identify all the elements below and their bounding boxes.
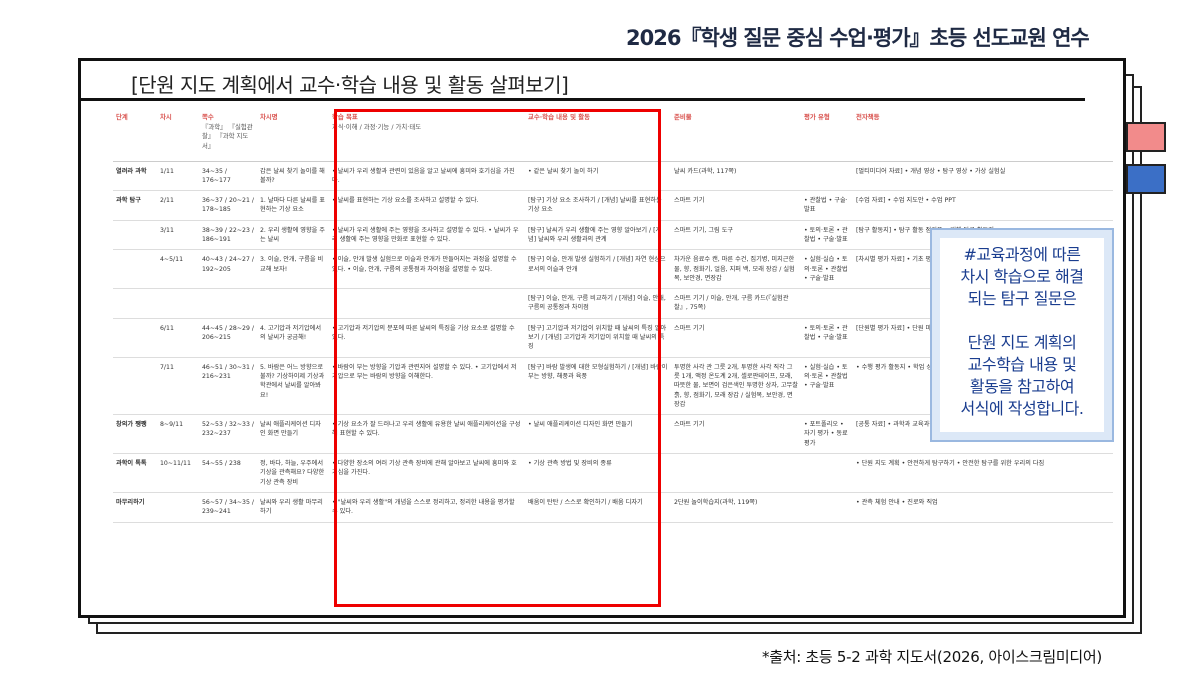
col-header-period: 차시 bbox=[157, 109, 199, 162]
cell-pages: 46~51 / 30~31 / 216~231 bbox=[199, 357, 257, 416]
col-header-eval: 평가 유형 bbox=[801, 109, 853, 162]
cell-ebook: • 관측 체험 안내 • 진로와 직업 bbox=[853, 492, 1113, 523]
cell-stage bbox=[113, 220, 157, 251]
cell-name: 갑은 날씨 찾기 놀이를 해 볼까? bbox=[257, 161, 329, 192]
cell-period: 2/11 bbox=[157, 190, 199, 221]
cell-eval: • 포트폴리오 • 자기 평가 • 동료 평가 bbox=[801, 414, 853, 455]
cell-pages: 40~43 / 24~27 / 192~205 bbox=[199, 249, 257, 290]
blue-index-tab bbox=[1126, 164, 1166, 194]
cell-pages: 54~55 / 238 bbox=[199, 453, 257, 493]
cell-materials: 스마트 기기 bbox=[671, 190, 801, 221]
cell-eval: • 실험·실습 • 토의·토론 • 관찰법 • 구술·발표 bbox=[801, 249, 853, 290]
cell-name: 날씨와 우리 생활 마무리하기 bbox=[257, 492, 329, 523]
cell-name: 3. 이슬, 안개, 구름을 비교해 보자! bbox=[257, 249, 329, 290]
cell-pages: 44~45 / 28~29 / 206~215 bbox=[199, 318, 257, 358]
cell-pages: 34~35 / 176~177 bbox=[199, 161, 257, 192]
cell-eval: • 토의·토론 • 관찰법 • 구술·발표 bbox=[801, 318, 853, 358]
cell-stage: 창의가 쨍쨍 bbox=[113, 414, 157, 455]
highlight-box-goal-activity bbox=[334, 109, 661, 607]
cell-eval: • 관찰법 • 구술·발표 bbox=[801, 190, 853, 221]
cell-pages: 38~39 / 22~23 / 186~191 bbox=[199, 220, 257, 251]
section-title: [단원 지도 계획에서 교수·학습 내용 및 활동 살펴보기] bbox=[131, 73, 569, 97]
cell-materials: 2단원 놀이학습지(과학, 119쪽) bbox=[671, 492, 801, 523]
col-header-ebook: 전자책등 bbox=[853, 109, 1113, 162]
cell-materials: 스마트 기기 bbox=[671, 414, 801, 455]
col-header-stage: 단계 bbox=[113, 109, 157, 162]
cell-period: 8~9/11 bbox=[157, 414, 199, 455]
cell-period: 10~11/11 bbox=[157, 453, 199, 493]
cell-pages bbox=[199, 288, 257, 319]
cell-materials: 차가운 음료수 캔, 마른 수건, 집기병, 미지근한 물, 향, 점화기, 얼… bbox=[671, 249, 801, 290]
cell-stage bbox=[113, 318, 157, 358]
cell-eval bbox=[801, 288, 853, 319]
cell-name: 1. 날마다 다른 날씨를 표현하는 기상 요소 bbox=[257, 190, 329, 221]
cell-stage bbox=[113, 249, 157, 290]
col-header-pages: 쪽수 『과학』 『실험관찰』 『과학 지도서』 bbox=[199, 109, 257, 162]
cell-period: 3/11 bbox=[157, 220, 199, 251]
cell-eval bbox=[801, 161, 853, 192]
cell-materials: 날씨 카드(과학, 117쪽) bbox=[671, 161, 801, 192]
cell-period: 4~5/11 bbox=[157, 249, 199, 290]
source-note: *출처: 초등 5-2 과학 지도서(2026, 아이스크림미디어) bbox=[762, 648, 1102, 666]
cell-eval bbox=[801, 453, 853, 493]
callout-box: #교육과정에 따른 차시 학습으로 해결 되는 탐구 질문은 단원 지도 계획의… bbox=[930, 228, 1114, 442]
title-underline bbox=[81, 98, 1085, 101]
cell-stage: 열려라 과학 bbox=[113, 161, 157, 192]
cell-name: 5. 바람은 어느 방향으로 불까? 기상하이제 기상과학관에서 날씨를 알아봐… bbox=[257, 357, 329, 416]
cell-pages: 36~37 / 20~21 / 178~185 bbox=[199, 190, 257, 221]
cell-name: 날씨 애플리케이션 디자인 화면 만들기 bbox=[257, 414, 329, 455]
cell-materials: 스마트 기기, 그림 도구 bbox=[671, 220, 801, 251]
col-header-lesson-name: 차시명 bbox=[257, 109, 329, 162]
cell-materials bbox=[671, 453, 801, 493]
cell-stage: 과학이 톡톡 bbox=[113, 453, 157, 493]
cell-period bbox=[157, 492, 199, 523]
cell-name bbox=[257, 288, 329, 319]
cell-stage bbox=[113, 288, 157, 319]
cell-period: 1/11 bbox=[157, 161, 199, 192]
cell-period bbox=[157, 288, 199, 319]
cell-ebook: [멀티미디어 자료] • 개념 영상 • 탐구 영상 • 가상 실험실 bbox=[853, 161, 1113, 192]
cell-period: 6/11 bbox=[157, 318, 199, 358]
cell-pages: 52~53 / 32~33 / 232~237 bbox=[199, 414, 257, 455]
cell-eval: • 실험·실습 • 토의·토론 • 관찰법 • 구술·발표 bbox=[801, 357, 853, 416]
page-header-title: 2026『학생 질문 중심 수업·평가』초등 선도교원 연수 bbox=[626, 26, 1090, 50]
cell-stage: 과학 탐구 bbox=[113, 190, 157, 221]
cell-name: 정, 바다, 하늘, 우주에서 기상을 관측해요? 다양한 기상 관측 장비 bbox=[257, 453, 329, 493]
cell-period: 7/11 bbox=[157, 357, 199, 416]
cell-materials: 스마트 기기 / 이슬, 안개, 구름 카드(『실험관찰』, 75쪽) bbox=[671, 288, 801, 319]
cell-ebook: • 단원 지도 계획 • 안전하게 탐구하기 • 안전한 탐구를 위한 우리의 … bbox=[853, 453, 1113, 493]
cell-materials: 투명한 사각 관 그릇 2개, 투명한 사각 직각 그릇 1개, 액정 온도계 … bbox=[671, 357, 801, 416]
col-header-materials: 준비물 bbox=[671, 109, 801, 162]
cell-eval: • 토의·토론 • 관찰법 • 구술·발표 bbox=[801, 220, 853, 251]
callout-text: #교육과정에 따른 차시 학습으로 해결 되는 탐구 질문은 단원 지도 계획의… bbox=[960, 245, 1084, 418]
cell-eval bbox=[801, 492, 853, 523]
cell-stage bbox=[113, 357, 157, 416]
cell-pages: 56~57 / 34~35 / 239~241 bbox=[199, 492, 257, 523]
cell-name: 2. 우리 생활에 영향을 주는 날씨 bbox=[257, 220, 329, 251]
cell-name: 4. 고기압과 저기압에서의 날씨가 궁금해! bbox=[257, 318, 329, 358]
pink-index-tab bbox=[1126, 122, 1166, 152]
cell-ebook: [수업 자료] • 수업 지도안 • 수업 PPT bbox=[853, 190, 1113, 221]
cell-stage: 마무리하기 bbox=[113, 492, 157, 523]
cell-materials: 스마트 기기 bbox=[671, 318, 801, 358]
